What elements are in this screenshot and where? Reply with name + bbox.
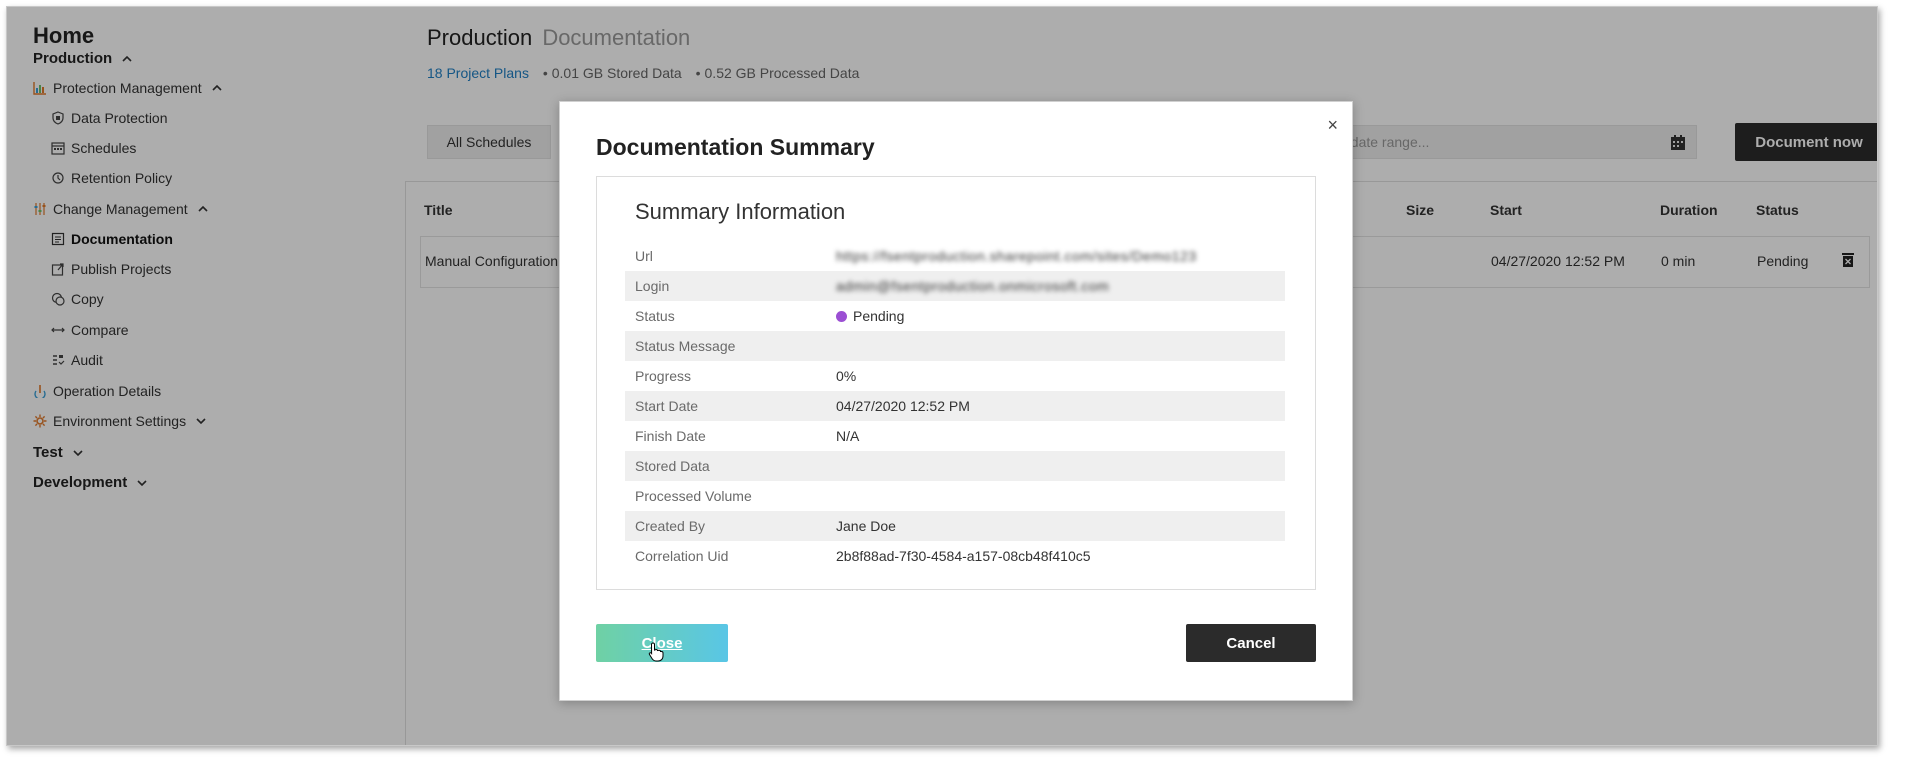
summary-value-progress: 0%	[836, 368, 857, 384]
summary-row-correlation-uid: Correlation Uid 2b8f88ad-7f30-4584-a157-…	[625, 541, 1285, 571]
hand-cursor-icon	[648, 642, 664, 667]
summary-label: Progress	[635, 368, 692, 384]
documentation-summary-dialog: × Documentation Summary Summary Informat…	[559, 101, 1353, 701]
summary-heading: Summary Information	[635, 199, 846, 224]
summary-label: Finish Date	[635, 428, 706, 444]
summary-row-login: Login admin@fsentproduction.onmicrosoft.…	[625, 271, 1285, 301]
close-icon[interactable]: ×	[1327, 116, 1338, 134]
summary-label: Stored Data	[635, 458, 710, 474]
summary-label: Login	[635, 278, 670, 294]
summary-row-processed-volume: Processed Volume	[625, 481, 1285, 511]
summary-value-correlation-uid: 2b8f88ad-7f30-4584-a157-08cb48f410c5	[836, 548, 1091, 564]
summary-row-status-message: Status Message	[625, 331, 1285, 361]
summary-label: Created By	[635, 518, 706, 534]
app-window: Home Production Protection Management Da…	[6, 6, 1878, 746]
dialog-title: Documentation Summary	[596, 134, 875, 160]
summary-label: Url	[635, 248, 653, 264]
summary-value-login: admin@fsentproduction.onmicrosoft.com	[836, 278, 1110, 294]
summary-row-finish-date: Finish Date N/A	[625, 421, 1285, 451]
summary-row-progress: Progress 0%	[625, 361, 1285, 391]
summary-label: Status	[635, 308, 675, 324]
summary-value-url: https://fsentproduction.sharepoint.com/s…	[836, 248, 1197, 264]
status-dot-icon	[836, 310, 847, 322]
summary-row-start-date: Start Date 04/27/2020 12:52 PM	[625, 391, 1285, 421]
summary-value-finish-date: N/A	[836, 428, 860, 444]
summary-value-created-by: Jane Doe	[836, 518, 896, 534]
summary-row-stored-data: Stored Data	[625, 451, 1285, 481]
summary-row-url: Url https://fsentproduction.sharepoint.c…	[625, 241, 1285, 271]
summary-label: Status Message	[635, 338, 736, 354]
cancel-button[interactable]: Cancel	[1186, 624, 1316, 662]
status-text: Pending	[853, 308, 905, 324]
summary-label: Processed Volume	[635, 488, 752, 504]
summary-label: Correlation Uid	[635, 548, 729, 564]
summary-row-status: Status Pending	[625, 301, 1285, 331]
summary-value-status: Pending	[836, 308, 904, 324]
summary-row-created-by: Created By Jane Doe	[625, 511, 1285, 541]
summary-information-panel: Summary Information Url https://fsentpro…	[596, 176, 1316, 590]
summary-label: Start Date	[635, 398, 699, 414]
summary-value-start-date: 04/27/2020 12:52 PM	[836, 398, 970, 414]
